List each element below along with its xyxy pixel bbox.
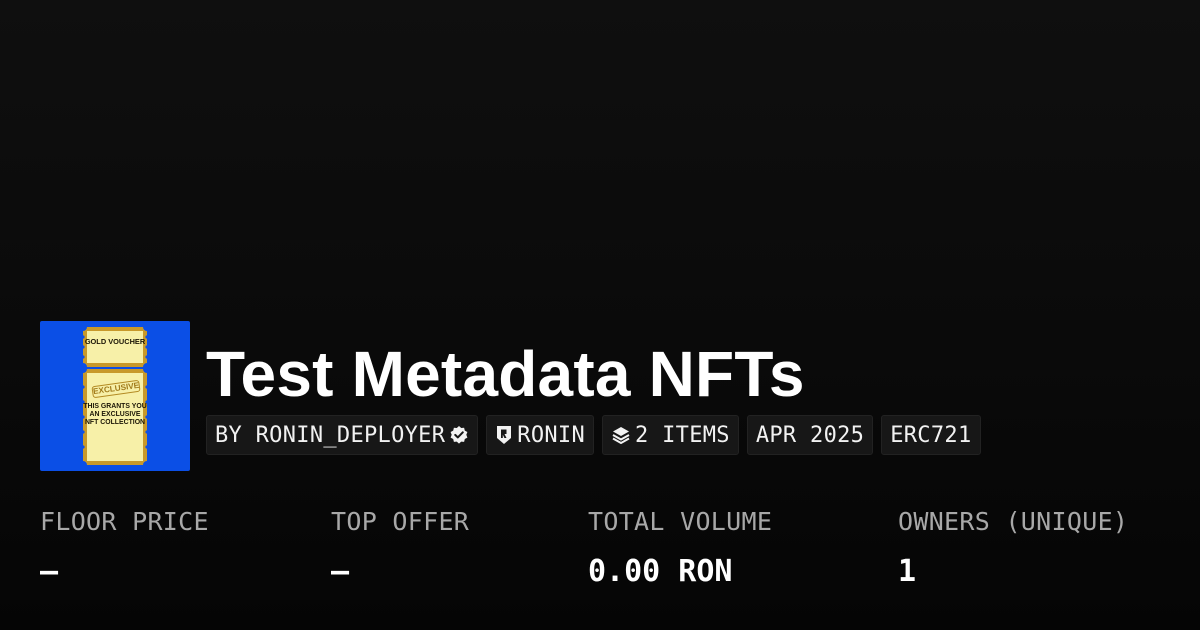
verified-badge-icon xyxy=(450,426,468,444)
creator-name: BY RONIN_DEPLOYER xyxy=(215,422,446,448)
gold-voucher-ticket-image xyxy=(83,327,147,465)
stat-floor-price: FLOOR PRICE – xyxy=(40,502,209,591)
collection-title: Test Metadata NFTs xyxy=(206,338,805,410)
standard-chip: ERC721 xyxy=(881,415,981,455)
stat-owners: OWNERS (UNIQUE) 1 xyxy=(898,502,1128,591)
token-standard: ERC721 xyxy=(890,422,972,448)
creator-chip[interactable]: BY RONIN_DEPLOYER xyxy=(206,415,479,455)
chain-name: RONIN xyxy=(517,422,586,448)
collection-image: GOLD VOUCHER EXCLUSIVE THIS GRANTS YOU A… xyxy=(40,321,190,471)
date-chip: APR 2025 xyxy=(746,415,874,455)
ronin-shield-icon xyxy=(497,426,512,444)
items-count: 2 ITEMS xyxy=(635,422,730,448)
layers-icon xyxy=(612,427,630,444)
stat-label: FLOOR PRICE xyxy=(40,507,209,536)
stat-value: – xyxy=(331,554,350,589)
stat-value: 1 xyxy=(898,554,917,589)
created-date: APR 2025 xyxy=(755,422,865,448)
stat-value: 0.00 RON xyxy=(588,554,733,589)
stat-label: TOTAL VOLUME xyxy=(588,507,773,536)
collection-share-card: GOLD VOUCHER EXCLUSIVE THIS GRANTS YOU A… xyxy=(0,0,1200,630)
stat-label: TOP OFFER xyxy=(331,507,470,536)
stat-label: OWNERS (UNIQUE) xyxy=(898,507,1129,536)
stat-total-volume: TOTAL VOLUME 0.00 RON xyxy=(588,502,772,591)
chain-chip[interactable]: RONIN xyxy=(486,415,595,455)
stat-top-offer: TOP OFFER – xyxy=(331,502,469,591)
collection-meta-chips: BY RONIN_DEPLOYER RONIN 2 ITEMS APR 2025 xyxy=(206,415,981,455)
stat-value: – xyxy=(40,554,59,589)
items-chip[interactable]: 2 ITEMS xyxy=(602,415,739,455)
